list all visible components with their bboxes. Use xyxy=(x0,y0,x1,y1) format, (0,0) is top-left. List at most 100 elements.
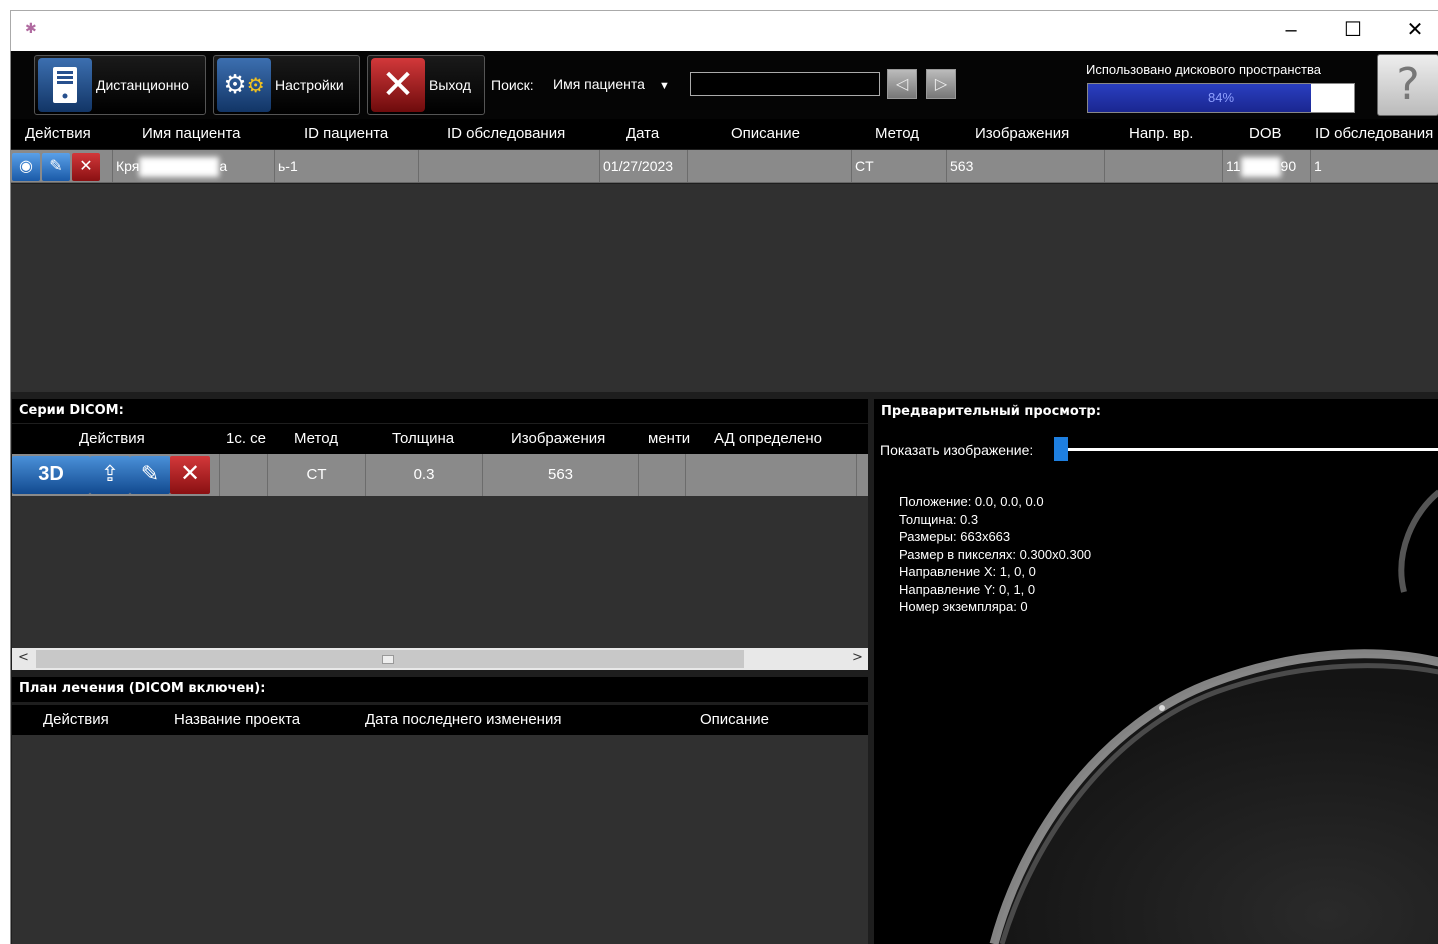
minimize-button[interactable]: – xyxy=(1261,11,1321,51)
col-actions[interactable]: Действия xyxy=(43,711,109,728)
col-project-name[interactable]: Название проекта xyxy=(174,711,300,728)
delete-icon[interactable]: ✕ xyxy=(170,456,210,494)
col-patient-name[interactable]: Имя пациента xyxy=(142,125,241,142)
col-actions[interactable]: Действия xyxy=(25,125,91,142)
remote-button[interactable]: Дистанционно xyxy=(34,55,206,115)
cell-dob: 11 90 xyxy=(1223,150,1311,182)
toolbar: Дистанционно ⚙ ⚙ Настройки ✕ Выход Поиск:… xyxy=(11,51,1438,119)
series-scrollbar[interactable]: < > xyxy=(12,648,868,670)
search-input[interactable] xyxy=(690,72,880,96)
col-comment[interactable]: менти xyxy=(648,430,690,447)
scroll-grip xyxy=(382,655,394,664)
image-slider-track[interactable] xyxy=(1064,448,1438,451)
maximize-button[interactable]: ☐ xyxy=(1323,11,1383,51)
dob-end: 90 xyxy=(1280,158,1297,174)
scroll-thumb[interactable] xyxy=(36,650,744,668)
image-slider-thumb[interactable] xyxy=(1054,437,1068,461)
help-button[interactable]: ? xyxy=(1377,54,1438,116)
plan-title: План лечения (DICOM включен): xyxy=(12,677,868,702)
delete-icon[interactable]: ✕ xyxy=(72,153,100,181)
col-study-id-2[interactable]: ID обследования xyxy=(1315,125,1433,142)
name-start: Кря xyxy=(116,158,140,174)
search-field-value: Имя пациента xyxy=(553,76,645,92)
close-button[interactable]: ✕ xyxy=(1385,11,1438,51)
cell-patient-name: Кря а xyxy=(113,150,275,182)
col-ad[interactable]: АД определено xyxy=(714,430,822,447)
col-images[interactable]: Изображения xyxy=(975,125,1069,142)
exit-button-label: Выход xyxy=(429,77,471,93)
name-end: а xyxy=(219,158,228,174)
cell-patient-id: ь-1 xyxy=(275,150,419,182)
app-icon: ✱ xyxy=(25,21,37,37)
info-direction-y: Направление Y: 0, 1, 0 xyxy=(899,581,1036,597)
view-icon[interactable]: ◉ xyxy=(12,153,40,181)
patients-empty-area xyxy=(11,184,1438,392)
gears-icon: ⚙ ⚙ xyxy=(217,58,271,112)
next-icon[interactable]: ▷ xyxy=(926,69,956,99)
image-info: Положение: 0.0, 0.0, 0.0 Толщина: 0.3 Ра… xyxy=(899,493,1091,616)
col-referring[interactable]: Напр. вр. xyxy=(1129,125,1193,142)
settings-button-label: Настройки xyxy=(275,77,344,93)
cell-study-id-2: 1 xyxy=(1314,158,1322,174)
cell-thickness: 0.3 xyxy=(366,454,483,496)
search-field-select[interactable]: Имя пациента ▼ xyxy=(553,76,670,92)
col-images[interactable]: Изображения xyxy=(511,430,605,447)
show-image-label: Показать изображение: xyxy=(880,442,1034,458)
cell-modality: CT xyxy=(852,150,947,182)
preview-title: Предварительный просмотр: xyxy=(881,404,1101,419)
remote-device-icon xyxy=(38,58,92,112)
cell-study-id xyxy=(419,150,600,182)
scroll-left-arrow[interactable]: < xyxy=(18,650,29,665)
table-row[interactable]: 3D ⇪ ✎ ✕ CT 0.3 563 xyxy=(12,454,868,496)
cell-images: 563 xyxy=(483,454,639,496)
dob-start: 11 xyxy=(1226,158,1241,174)
info-direction-x: Направление X: 1, 0, 0 xyxy=(899,564,1036,579)
info-position: Положение: 0.0, 0.0, 0.0 xyxy=(899,494,1044,509)
pencil-icon[interactable]: ✎ xyxy=(130,456,170,494)
col-modality[interactable]: Метод xyxy=(294,430,338,447)
3d-button[interactable]: 3D xyxy=(12,456,90,494)
col-description[interactable]: Описание xyxy=(731,125,800,142)
series-empty-area xyxy=(12,496,868,648)
exit-button[interactable]: ✕ Выход xyxy=(367,55,485,115)
info-pixel-size: Размер в пикселях: 0.300x0.300 xyxy=(899,546,1092,562)
info-instance-number: Номер экземпляра: 0 xyxy=(899,599,1028,614)
col-modality[interactable]: Метод xyxy=(875,125,919,142)
col-actions[interactable]: Действия xyxy=(79,430,145,447)
col-dob[interactable]: DOB xyxy=(1249,125,1282,142)
disk-usage-percent: 84% xyxy=(1207,90,1235,105)
pencil-icon[interactable]: ✎ xyxy=(42,153,70,181)
table-row[interactable]: ◉ ✎ ✕ Кря а ь-1 01/27/2023 CT 563 11 90 1 xyxy=(11,150,1438,183)
col-patient-id[interactable]: ID пациента xyxy=(304,125,388,142)
cell-ad xyxy=(686,454,857,496)
col-study-id[interactable]: ID обследования xyxy=(447,125,565,142)
cell-description xyxy=(688,150,852,182)
title-bar: ✱ – ☐ ✕ xyxy=(10,10,1438,51)
patients-header: Действия Имя пациента ID пациента ID обс… xyxy=(11,119,1438,149)
info-dimensions: Размеры: 663x663 xyxy=(899,529,1011,544)
col-series-num[interactable]: 1с. се xyxy=(226,430,266,447)
disk-usage-bar: 84% xyxy=(1087,83,1355,113)
remote-button-label: Дистанционно xyxy=(96,77,189,93)
col-thickness[interactable]: Толщина xyxy=(392,430,454,447)
settings-button[interactable]: ⚙ ⚙ Настройки xyxy=(213,55,360,115)
export-icon[interactable]: ⇪ xyxy=(90,456,130,494)
col-date[interactable]: Дата xyxy=(626,125,659,142)
exit-x-icon: ✕ xyxy=(371,58,425,112)
app-window: Дистанционно ⚙ ⚙ Настройки ✕ Выход Поиск:… xyxy=(10,51,1438,944)
series-actions: 3D ⇪ ✎ ✕ xyxy=(12,454,220,496)
redacted-block xyxy=(1240,157,1281,178)
series-header: Действия 1с. се Метод Толщина Изображени… xyxy=(12,424,868,454)
preview-panel: Предварительный просмотр: Показать изобр… xyxy=(874,399,1438,944)
disk-usage-label: Использовано дискового пространства xyxy=(1086,62,1321,77)
col-description[interactable]: Описание xyxy=(700,711,769,728)
series-title: Серии DICOM: xyxy=(12,399,868,423)
cell-modality: CT xyxy=(268,454,366,496)
col-last-modified[interactable]: Дата последнего изменения xyxy=(365,711,561,728)
scroll-right-arrow[interactable]: > xyxy=(852,650,863,665)
cell-comment xyxy=(639,454,686,496)
chevron-down-icon: ▼ xyxy=(658,80,670,92)
prev-icon[interactable]: ◁ xyxy=(887,69,917,99)
row-actions: ◉ ✎ ✕ xyxy=(11,150,113,182)
plan-empty-area xyxy=(12,735,868,944)
